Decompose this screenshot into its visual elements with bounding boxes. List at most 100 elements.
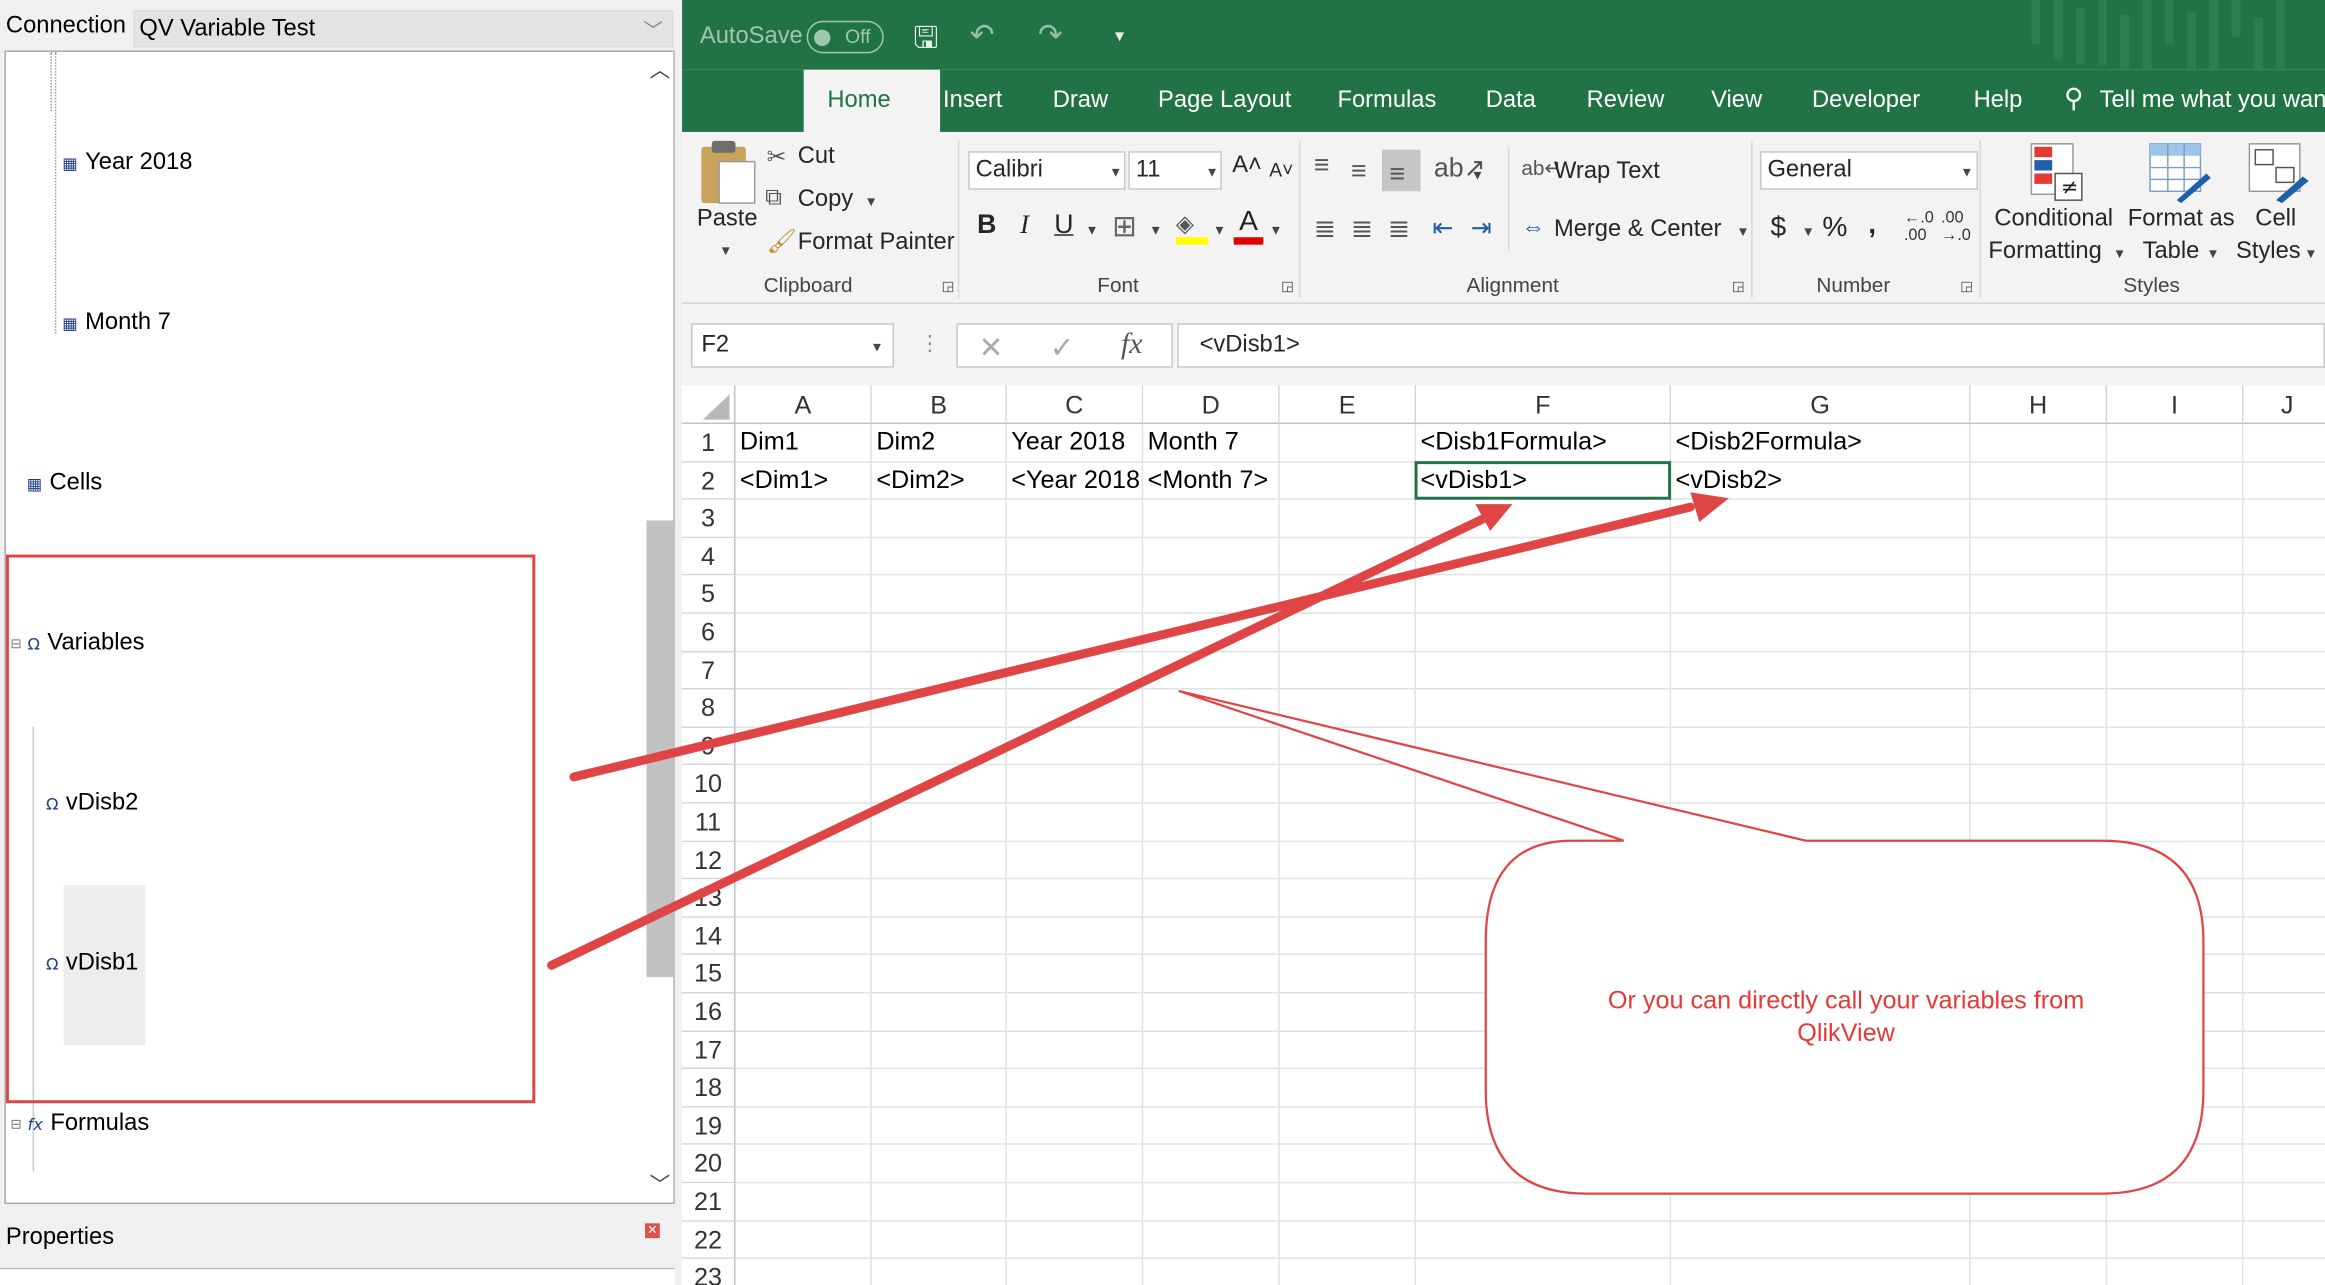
chevron-down-icon[interactable]: ▼ <box>1149 222 1162 237</box>
row-header-15[interactable]: 15 <box>682 955 736 994</box>
align-right-icon[interactable]: ≣ <box>1388 214 1410 245</box>
formula-input[interactable]: <vDisb1> <box>1177 323 2325 368</box>
conditional-formatting-line1[interactable]: Conditional <box>1994 206 2113 233</box>
row-header-14[interactable]: 14 <box>682 917 736 956</box>
chevron-up-icon[interactable]: ︿ <box>649 55 670 85</box>
underline-icon[interactable]: U <box>1054 209 1073 240</box>
name-box[interactable]: F2 ▼ <box>690 323 895 368</box>
paste-button[interactable]: Paste <box>697 206 758 233</box>
row-header-2[interactable]: 2 <box>682 462 736 500</box>
cell-styles-line2[interactable]: Styles <box>2236 239 2301 266</box>
tab-page-layout[interactable]: Page Layout <box>1158 87 1291 114</box>
column-header-i[interactable]: I <box>2107 385 2244 425</box>
font-name-combo[interactable]: Calibri ▼ <box>968 151 1126 190</box>
row-header-18[interactable]: 18 <box>682 1069 736 1108</box>
row-header-23[interactable]: 23 <box>682 1259 736 1285</box>
cell-a2[interactable]: <Dim1> <box>740 465 828 495</box>
chevron-down-icon[interactable]: ▼ <box>2113 246 2126 261</box>
tab-help[interactable]: Help <box>1974 87 2023 114</box>
column-header-c[interactable]: C <box>1006 385 1144 425</box>
number-format-combo[interactable]: General ▼ <box>1760 151 1979 190</box>
row-header-9[interactable]: 9 <box>682 727 736 766</box>
align-top-icon[interactable]: ≡ <box>1314 150 1330 181</box>
undo-icon[interactable]: ↶ <box>970 16 995 53</box>
comma-icon[interactable]: , <box>1868 209 1876 242</box>
decrease-font-icon[interactable]: A˅ <box>1269 159 1293 181</box>
row-header-1[interactable]: 1 <box>682 424 736 463</box>
cancel-icon[interactable]: ✕ <box>979 329 1004 366</box>
tab-home[interactable]: Home <box>803 69 941 132</box>
tab-insert[interactable]: Insert <box>943 87 1002 114</box>
collapse-icon[interactable]: ⊟ <box>10 1116 21 1132</box>
row-header-19[interactable]: 19 <box>682 1107 736 1146</box>
dialog-launcher-icon[interactable]: ◲ <box>1281 279 1294 295</box>
chevron-down-icon[interactable]: ﹀ <box>649 1170 670 1200</box>
row-header-5[interactable]: 5 <box>682 575 736 614</box>
increase-decimal-icon[interactable]: ←.0.00 <box>1904 209 1934 245</box>
chevron-down-icon[interactable]: ▼ <box>2206 246 2219 261</box>
cell-styles-line1[interactable]: Cell <box>2255 206 2296 233</box>
column-header-g[interactable]: G <box>1671 385 1971 425</box>
format-painter-button[interactable]: Format Painter <box>798 230 955 257</box>
row-header-16[interactable]: 16 <box>682 993 736 1032</box>
row-header-8[interactable]: 8 <box>682 689 736 728</box>
font-color-icon[interactable]: A <box>1233 206 1264 245</box>
tree-scrollbar[interactable]: ︿ ﹀ <box>640 51 674 1203</box>
dialog-launcher-icon[interactable]: ◲ <box>942 279 955 295</box>
connection-select[interactable]: QV Variable Test ﹀ <box>133 10 674 48</box>
align-left-icon[interactable]: ≣ <box>1314 214 1336 245</box>
tab-view[interactable]: View <box>1711 87 1762 114</box>
tab-formulas[interactable]: Formulas <box>1337 87 1436 114</box>
format-as-table-line2[interactable]: Table <box>2143 239 2200 266</box>
increase-font-icon[interactable]: A˄ <box>1232 153 1262 180</box>
dialog-launcher-icon[interactable]: ◲ <box>1732 279 1745 295</box>
cut-button[interactable]: Cut <box>798 144 835 171</box>
chevron-down-icon[interactable]: ▼ <box>1802 224 1815 239</box>
column-header-a[interactable]: A <box>735 385 872 425</box>
cell-f1[interactable]: <Disb1Formula> <box>1421 427 1607 457</box>
close-icon[interactable]: × <box>645 1223 660 1239</box>
redo-icon[interactable]: ↷ <box>1038 16 1063 53</box>
copy-button[interactable]: Copy <box>798 187 853 214</box>
font-size-combo[interactable]: 11 ▼ <box>1128 151 1222 190</box>
conditional-formatting-line2[interactable]: Formatting <box>1988 239 2101 266</box>
chevron-down-icon[interactable]: ▼ <box>1269 222 1282 237</box>
row-header-7[interactable]: 7 <box>682 651 736 690</box>
column-header-e[interactable]: E <box>1279 385 1417 425</box>
column-header-h[interactable]: H <box>1970 385 2108 425</box>
tree-item-formulas[interactable]: ⊟ fx Formulas <box>10 1111 149 1138</box>
column-header-f[interactable]: F <box>1416 385 1672 425</box>
select-all-corner[interactable] <box>682 385 736 425</box>
cell-c2[interactable]: <Year 2018 <box>1011 465 1140 495</box>
row-header-6[interactable]: 6 <box>682 613 736 652</box>
cell-b2[interactable]: <Dim2> <box>876 465 964 495</box>
align-bottom-button[interactable]: ≡ <box>1381 149 1421 192</box>
row-header-21[interactable]: 21 <box>682 1183 736 1222</box>
currency-icon[interactable]: $ <box>1770 212 1786 245</box>
align-middle-icon[interactable]: ≡ <box>1351 156 1367 187</box>
row-header-20[interactable]: 20 <box>682 1145 736 1184</box>
cell-c1[interactable]: Year 2018 <box>1011 427 1125 457</box>
insert-function-icon[interactable]: fx <box>1121 328 1142 362</box>
decrease-indent-icon[interactable]: ⇤ <box>1432 214 1453 244</box>
borders-icon[interactable]: ⊞ <box>1112 208 1137 245</box>
merge-center-button[interactable]: Merge & Center <box>1554 216 1721 243</box>
tab-draw[interactable]: Draw <box>1053 87 1108 114</box>
chevron-down-icon[interactable]: ▼ <box>1085 222 1098 237</box>
tree-item-cells[interactable]: ▦ Cells <box>27 470 103 497</box>
column-header-b[interactable]: B <box>871 385 1007 425</box>
row-header-13[interactable]: 13 <box>682 879 736 918</box>
fill-color-icon[interactable]: ◈ <box>1175 209 1209 245</box>
dialog-launcher-icon[interactable]: ◲ <box>1960 279 1973 295</box>
row-header-10[interactable]: 10 <box>682 765 736 804</box>
format-as-table-line1[interactable]: Format as <box>2128 206 2235 233</box>
row-header-12[interactable]: 12 <box>682 841 736 880</box>
chevron-down-icon[interactable]: ▼ <box>864 194 877 209</box>
italic-icon[interactable]: I <box>1020 209 1029 240</box>
scrollbar-thumb[interactable] <box>646 520 674 978</box>
row-header-11[interactable]: 11 <box>682 803 736 842</box>
align-center-icon[interactable]: ≣ <box>1351 214 1373 245</box>
autosave-toggle[interactable]: Off <box>806 20 884 54</box>
wrap-text-button[interactable]: Wrap Text <box>1554 159 1660 186</box>
cell-d1[interactable]: Month 7 <box>1148 427 1239 457</box>
